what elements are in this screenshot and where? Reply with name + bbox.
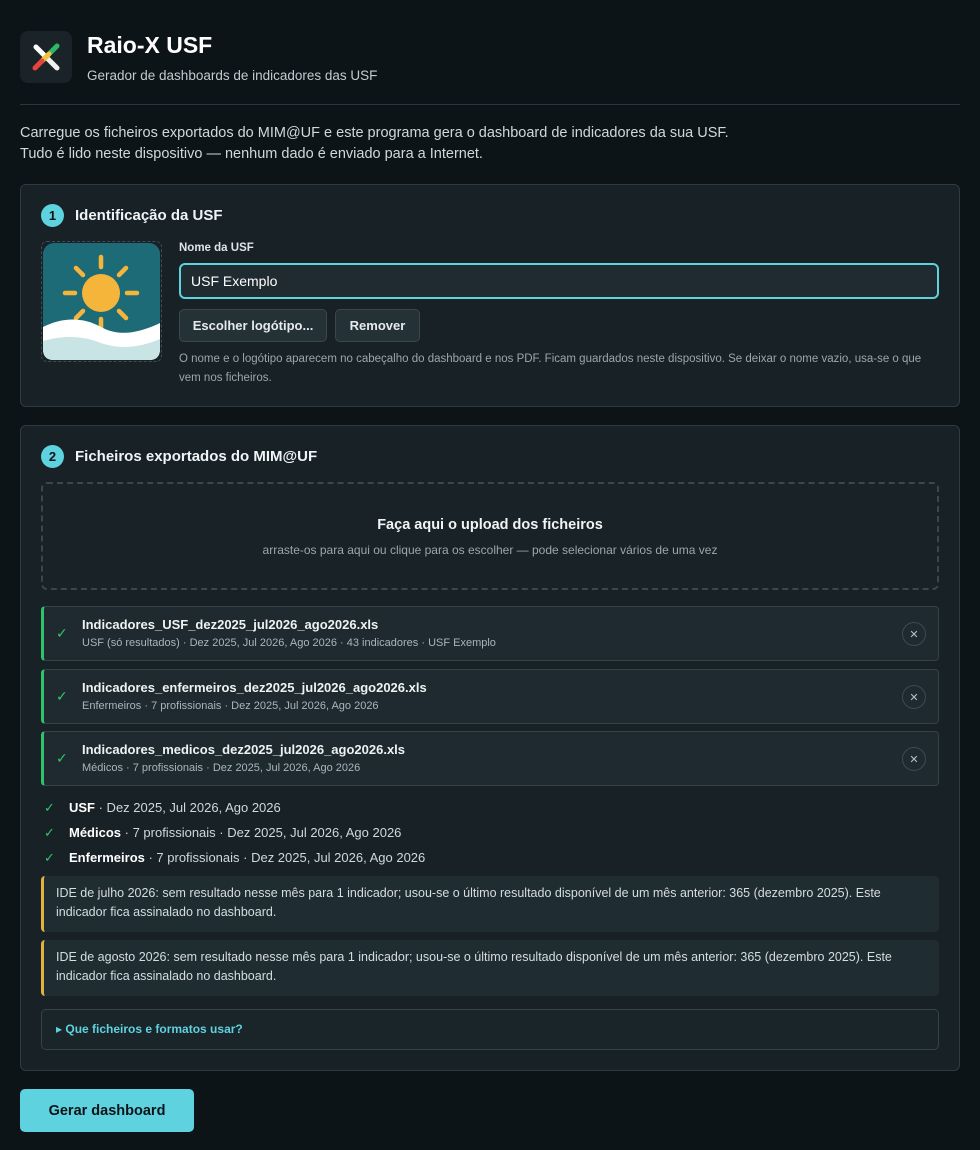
- remove-logo-button[interactable]: Remover: [335, 309, 420, 342]
- file-item: ✓ Indicadores_enfermeiros_dez2025_jul202…: [41, 669, 939, 724]
- check-icon: ✓: [56, 688, 68, 704]
- file-item: ✓ Indicadores_USF_dez2025_jul2026_ago202…: [41, 606, 939, 661]
- identification-card: 1 Identificação da USF Nome da USF USF E…: [20, 184, 960, 407]
- step-title: Ficheiros exportados do MIM@UF: [75, 447, 318, 465]
- check-icon: ✓: [56, 625, 68, 641]
- usf-name-label: Nome da USF: [179, 242, 254, 254]
- colored-x-icon: [32, 43, 60, 71]
- file-meta: Médicos · 7 profissionais · Dez 2025, Ju…: [82, 762, 361, 774]
- generate-dashboard-button[interactable]: Gerar dashboard: [20, 1089, 194, 1132]
- step-header: 2 Ficheiros exportados do MIM@UF: [41, 444, 317, 468]
- remove-file-icon[interactable]: ✕: [902, 685, 926, 709]
- file-dropzone[interactable]: Faça aqui o upload dos ficheiros arraste…: [41, 482, 939, 590]
- files-card: 2 Ficheiros exportados do MIM@UF Faça aq…: [20, 425, 960, 1071]
- remove-file-icon[interactable]: ✕: [902, 622, 926, 646]
- summary-line: ✓ Enfermeiros · 7 profissionais · Dez 202…: [44, 850, 425, 866]
- check-icon: ✓: [44, 800, 55, 815]
- identification-help-text: O nome e o logótipo aparecem no cabeçalh…: [179, 353, 922, 384]
- summary-detail: · Dez 2025, Jul 2026, Ago 2026: [95, 800, 281, 815]
- step-title: Identificação da USF: [75, 206, 223, 224]
- file-item: ✓ Indicadores_medicos_dez2025_jul2026_ag…: [41, 731, 939, 786]
- app-title: Raio-X USF: [87, 32, 213, 58]
- summary-line: ✓ Médicos · 7 profissionais · Dez 2025, J…: [44, 825, 401, 841]
- app-header: Raio-X USF Gerador de dashboards de indi…: [20, 0, 960, 105]
- step-number: 1: [41, 203, 64, 227]
- file-name: Indicadores_USF_dez2025_jul2026_ago2026.…: [82, 617, 379, 632]
- intro-text: Carregue os ficheiros exportados do MIM@…: [20, 123, 960, 165]
- warning-notice: IDE de agosto 2026: sem resultado nesse …: [41, 940, 939, 996]
- summary-line: ✓ USF · Dez 2025, Jul 2026, Ago 2026: [44, 800, 281, 816]
- warning-notice: IDE de julho 2026: sem resultado nesse m…: [41, 876, 939, 932]
- choose-logo-button[interactable]: Escolher logótipo...: [179, 309, 327, 342]
- summary-label: Médicos: [69, 825, 122, 840]
- file-meta: USF (só resultados) · Dez 2025, Jul 2026…: [82, 637, 496, 649]
- dropzone-title: Faça aqui o upload dos ficheiros: [377, 517, 603, 533]
- summary-detail: · 7 profissionais · Dez 2025, Jul 2026, …: [144, 850, 426, 865]
- summary-detail: · 7 profissionais · Dez 2025, Jul 2026, …: [121, 825, 402, 840]
- sun-waves-icon: [43, 243, 160, 360]
- app-logo: [20, 31, 72, 83]
- app-subtitle: Gerador de dashboards de indicadores das…: [87, 68, 378, 83]
- usf-logo-preview[interactable]: [41, 241, 162, 362]
- intro-line: Tudo é lido neste dispositivo — nenhum d…: [20, 146, 483, 162]
- usf-name-input[interactable]: [179, 263, 939, 299]
- check-icon: ✓: [44, 850, 55, 865]
- step-number: 2: [41, 444, 64, 468]
- formats-help-label: ▸ Que ficheiros e formatos usar?: [56, 1022, 243, 1036]
- step-header: 1 Identificação da USF: [41, 203, 223, 227]
- file-name: Indicadores_medicos_dez2025_jul2026_ago2…: [82, 742, 406, 757]
- check-icon: ✓: [44, 825, 55, 840]
- remove-file-icon[interactable]: ✕: [902, 747, 926, 771]
- app-container: Raio-X USF Gerador de dashboards de indi…: [20, 0, 960, 1132]
- check-icon: ✓: [56, 750, 68, 766]
- file-name: Indicadores_enfermeiros_dez2025_jul2026_…: [82, 680, 427, 695]
- summary-label: USF: [69, 800, 95, 815]
- summary-label: Enfermeiros: [69, 850, 145, 865]
- intro-line: Carregue os ficheiros exportados do MIM@…: [20, 125, 729, 141]
- dropzone-subtitle: arraste-os para aqui ou clique para os e…: [262, 543, 718, 557]
- file-meta: Enfermeiros · 7 profissionais · Dez 2025…: [82, 700, 379, 712]
- formats-help-toggle[interactable]: ▸ Que ficheiros e formatos usar?: [41, 1009, 939, 1050]
